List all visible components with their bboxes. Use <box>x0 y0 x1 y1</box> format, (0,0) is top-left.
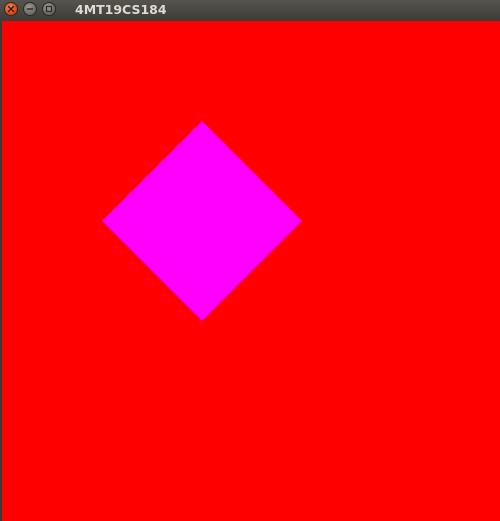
window-left-border <box>0 21 2 521</box>
close-icon <box>7 5 15 13</box>
canvas-surface <box>0 21 500 521</box>
minimize-button[interactable] <box>23 2 37 16</box>
application-window: 4MT19CS184 <box>0 0 500 521</box>
window-title: 4MT19CS184 <box>75 2 167 17</box>
maximize-button[interactable] <box>42 2 56 16</box>
minimize-icon <box>26 5 34 13</box>
drawing-canvas <box>0 21 500 521</box>
close-button[interactable] <box>4 2 18 16</box>
maximize-icon <box>45 5 53 13</box>
title-bar[interactable]: 4MT19CS184 <box>0 0 500 21</box>
